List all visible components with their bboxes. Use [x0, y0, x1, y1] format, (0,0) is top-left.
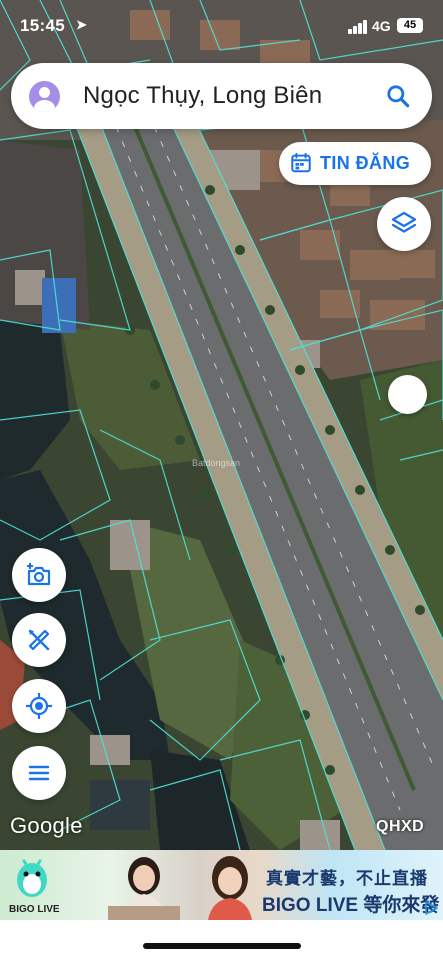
network-type: 4G	[372, 18, 391, 34]
search-bar[interactable]: Ngọc Thụy, Long Biên	[11, 63, 432, 129]
battery-indicator: 45	[397, 18, 423, 33]
ad-choices-icon[interactable]	[423, 900, 439, 916]
ruler-pencil-icon	[28, 629, 50, 651]
measure-button[interactable]	[12, 613, 66, 667]
my-location-icon	[26, 693, 52, 719]
camera-add-icon	[27, 563, 51, 586]
map-watermark: Batdongsan	[192, 458, 240, 468]
ad-person-image-2	[208, 856, 252, 920]
menu-icon	[28, 765, 50, 781]
ad-brand-line: BIGO LIVE 等你來發掘	[262, 895, 440, 916]
status-time: 15:45	[20, 16, 65, 35]
location-arrow-icon: ➤	[76, 17, 87, 32]
home-bar-area	[0, 920, 443, 960]
bigo-mascot-icon	[17, 859, 47, 897]
google-attribution: Google	[10, 813, 83, 838]
search-icon[interactable]	[385, 83, 411, 109]
signal-icon	[348, 20, 368, 34]
status-bar: 15:45 ➤ 4G 45	[0, 0, 443, 52]
post-listing-button[interactable]: TIN ĐĂNG	[279, 142, 431, 185]
menu-button[interactable]	[12, 746, 66, 800]
calendar-icon	[291, 152, 311, 173]
home-indicator[interactable]	[143, 943, 301, 949]
post-listing-label: TIN ĐĂNG	[320, 153, 411, 173]
ad-banner[interactable]: BIGO LIVE 真實才藝，不止直播 BIGO LIVE 等你來發掘	[0, 850, 443, 920]
layers-icon	[391, 211, 417, 233]
opacity-slider-handle[interactable]	[388, 375, 427, 414]
my-location-button[interactable]	[12, 679, 66, 733]
location-title[interactable]: Ngọc Thụy, Long Biên	[83, 82, 322, 110]
ad-headline: 真實才藝，不止直播	[266, 869, 428, 888]
ad-person-image	[108, 857, 180, 920]
ad-logo-text: BIGO LIVE	[9, 904, 60, 915]
layers-button[interactable]	[377, 197, 431, 251]
qhxd-label[interactable]: QHXD	[376, 818, 424, 836]
avatar[interactable]	[29, 81, 60, 112]
add-photo-button[interactable]	[12, 548, 66, 602]
